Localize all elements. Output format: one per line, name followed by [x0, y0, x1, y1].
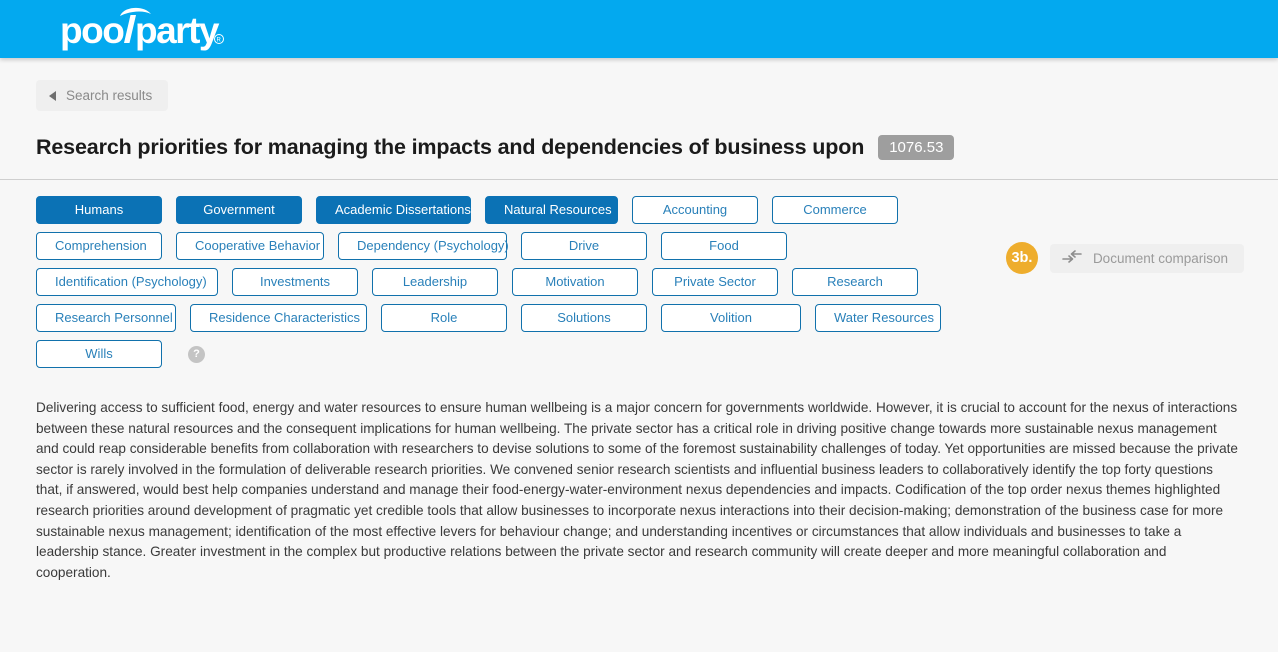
- tag-humans[interactable]: Humans: [36, 196, 162, 224]
- tag-drive[interactable]: Drive: [521, 232, 647, 260]
- tag-row: Humans Government Academic Dissertations Na…: [36, 196, 946, 224]
- tag-leadership[interactable]: Leadership: [372, 268, 498, 296]
- page-title: Research priorities for managing the imp…: [36, 135, 865, 159]
- tag-identification-psychology[interactable]: Identification (Psychology): [36, 268, 218, 296]
- tag-research[interactable]: Research: [792, 268, 918, 296]
- tag-private-sector[interactable]: Private Sector: [652, 268, 778, 296]
- step-badge: 3b.: [1005, 242, 1038, 274]
- tag-motivation[interactable]: Motivation: [512, 268, 638, 296]
- tag-list: Humans Government Academic Dissertations Na…: [36, 196, 946, 368]
- document-abstract: Delivering access to sufficient food, en…: [36, 400, 1238, 580]
- app-banner: poo party R: [0, 0, 1278, 58]
- tag-accounting[interactable]: Accounting: [632, 196, 758, 224]
- back-button-label: Search results: [66, 88, 153, 103]
- tag-academic-dissertations[interactable]: Academic Dissertations: [316, 196, 471, 224]
- tag-water-resources[interactable]: Water Resources: [815, 304, 941, 332]
- tag-natural-resources[interactable]: Natural Resources: [485, 196, 618, 224]
- tag-government[interactable]: Government: [176, 196, 302, 224]
- tag-row: Research Personnel Residence Characterist…: [36, 304, 946, 332]
- tag-food[interactable]: Food: [661, 232, 787, 260]
- tag-row: Identification (Psychology) Investments Le…: [36, 268, 946, 296]
- svg-text:R: R: [217, 38, 222, 44]
- breadcrumb: Search results: [0, 58, 1278, 111]
- tag-research-personnel[interactable]: Research Personnel: [36, 304, 176, 332]
- tag-cooperative-behavior[interactable]: Cooperative Behavior: [176, 232, 324, 260]
- help-icon[interactable]: ?: [188, 345, 205, 363]
- triangle-left-icon: [49, 90, 56, 101]
- tag-row: Comprehension Cooperative Behavior Depende…: [36, 232, 946, 260]
- tag-commerce[interactable]: Commerce: [772, 196, 898, 224]
- title-row: Research priorities for managing the imp…: [0, 111, 1278, 160]
- tag-comprehension[interactable]: Comprehension: [36, 232, 162, 260]
- tag-dependency-psychology[interactable]: Dependency (Psychology): [338, 232, 509, 260]
- tag-row: Wills?: [36, 340, 946, 368]
- relevance-score-badge: 1076.53: [878, 135, 955, 160]
- tag-volition[interactable]: Volition: [661, 304, 801, 332]
- document-comparison-widget: 3b. Document comparison: [1005, 242, 1244, 274]
- document-comparison-label: Document comparison: [1092, 250, 1228, 266]
- tag-wills[interactable]: Wills: [36, 340, 162, 368]
- poolparty-logo[interactable]: poo party R: [60, 4, 235, 54]
- document-comparison-button[interactable]: Document comparison: [1049, 243, 1244, 273]
- svg-text:poo: poo: [60, 10, 124, 51]
- compare-arrows-icon: [1062, 249, 1082, 267]
- tag-residence-characteristics[interactable]: Residence Characteristics: [190, 304, 367, 332]
- tags-area: Humans Government Academic Dissertations Na…: [0, 180, 1278, 368]
- back-to-search-results-button[interactable]: Search results: [36, 80, 169, 111]
- tag-investments[interactable]: Investments: [232, 268, 358, 296]
- page-body: Search results Research priorities for m…: [0, 58, 1278, 584]
- tag-solutions[interactable]: Solutions: [521, 304, 647, 332]
- svg-text:party: party: [135, 10, 220, 51]
- tag-role[interactable]: Role: [381, 304, 507, 332]
